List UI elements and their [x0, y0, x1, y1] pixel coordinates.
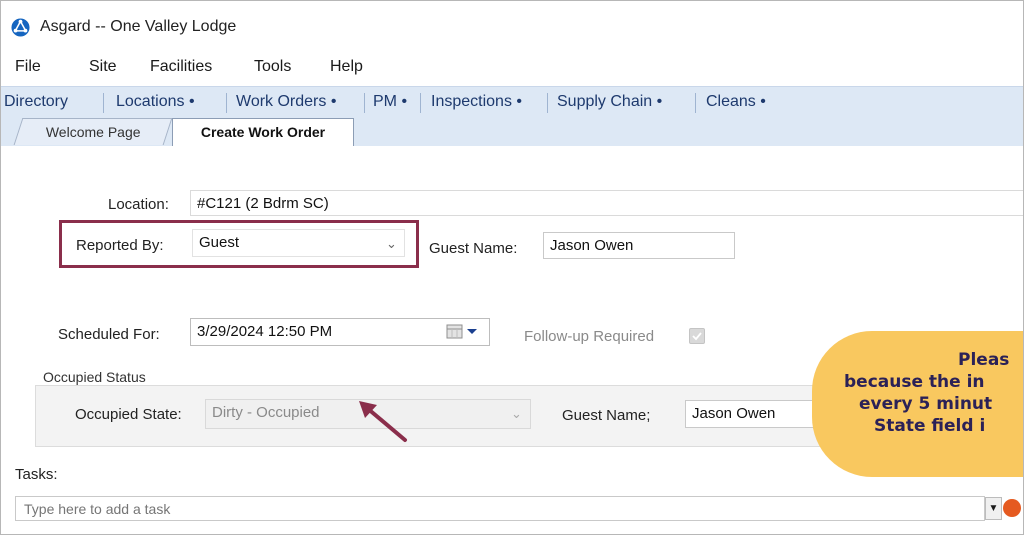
nav-locations[interactable]: Locations •: [116, 93, 195, 111]
app-window: Asgard -- One Valley Lodge File Site Fac…: [0, 0, 1024, 535]
chevron-down-icon: ⌄: [511, 406, 522, 421]
nav-separator: [420, 93, 421, 113]
location-field[interactable]: #C121 (2 Bdrm SC): [190, 190, 1024, 216]
guest-name-label: Guest Name:: [429, 240, 518, 257]
check-icon: [692, 332, 702, 341]
nav-work-orders[interactable]: Work Orders •: [236, 93, 336, 111]
nav-separator: [364, 93, 365, 113]
nav-directory[interactable]: Directory: [4, 93, 68, 111]
window-title: Asgard -- One Valley Lodge: [40, 18, 237, 35]
occupied-state-label: Occupied State:: [75, 406, 182, 423]
tab-create-work-order[interactable]: Create Work Order: [172, 118, 354, 147]
menu-facilities[interactable]: Facilities: [150, 58, 212, 76]
nav-pm[interactable]: PM •: [373, 93, 407, 111]
nav-cleans[interactable]: Cleans •: [706, 93, 766, 111]
menu-file[interactable]: File: [15, 58, 41, 76]
scheduled-for-label: Scheduled For:: [58, 326, 160, 343]
chevron-down-icon: ⌄: [386, 236, 397, 251]
clear-icon[interactable]: [1003, 499, 1021, 517]
nav-supply-chain[interactable]: Supply Chain •: [557, 93, 662, 111]
nav-separator: [695, 93, 696, 113]
menu-bar: File Site Facilities Tools Help: [0, 50, 1024, 86]
scheduled-for-field[interactable]: 3/29/2024 12:50 PM: [190, 318, 490, 346]
task-input[interactable]: [15, 496, 985, 521]
location-label: Location:: [108, 196, 169, 213]
callout-bubble: Pleas because the in every 5 minut State…: [812, 331, 1024, 477]
follow-up-checkbox[interactable]: [689, 328, 705, 344]
guest-name-2-label: Guest Name;: [562, 407, 651, 424]
menu-help[interactable]: Help: [330, 58, 363, 76]
nav-inspections[interactable]: Inspections •: [431, 93, 522, 111]
tab-strip: Welcome Page Create Work Order: [0, 116, 1024, 147]
follow-up-label: Follow-up Required: [524, 328, 655, 345]
guest-name-field[interactable]: Jason Owen: [543, 232, 735, 259]
tab-label: Welcome Page: [45, 124, 141, 140]
tab-welcome-page[interactable]: Welcome Page: [13, 118, 173, 145]
callout-line-3: every 5 minut: [859, 394, 993, 414]
callout-line-4: State field i: [874, 416, 986, 436]
reported-by-select[interactable]: Guest: [192, 229, 405, 257]
calendar-icon[interactable]: [446, 323, 484, 341]
pointer-arrow-icon: [359, 401, 407, 442]
callout-line-1: Pleas: [958, 350, 1010, 370]
title-bar: Asgard -- One Valley Lodge: [0, 0, 1024, 50]
task-dropdown-button[interactable]: ▼: [985, 497, 1002, 520]
nav-separator: [103, 93, 104, 113]
tasks-label: Tasks:: [15, 466, 58, 483]
asgard-logo-icon: [11, 18, 30, 37]
callout-line-2: because the in: [844, 372, 985, 392]
reported-by-label: Reported By:: [76, 237, 164, 254]
nav-separator: [226, 93, 227, 113]
nav-separator: [547, 93, 548, 113]
menu-tools[interactable]: Tools: [254, 58, 291, 76]
nav-toolbar: Directory Locations • Work Orders • PM •…: [0, 86, 1024, 117]
occupied-status-group-label: Occupied Status: [43, 369, 146, 385]
menu-site[interactable]: Site: [89, 58, 117, 76]
